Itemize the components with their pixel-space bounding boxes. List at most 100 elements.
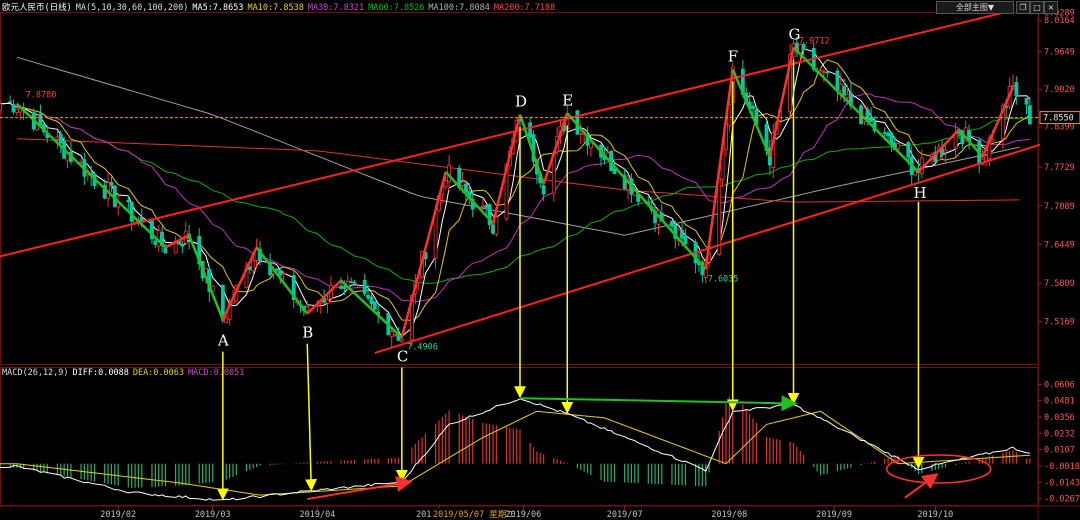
wave-up-segment bbox=[221, 246, 258, 321]
candle-body bbox=[480, 205, 485, 208]
candle-body bbox=[460, 181, 465, 186]
candle-body bbox=[906, 142, 911, 158]
macd-tick-label: 0.0356 bbox=[1044, 413, 1075, 423]
wave-down-segment bbox=[566, 112, 707, 271]
dea-value: DEA:0.0063 bbox=[132, 368, 185, 378]
candle-body bbox=[825, 71, 830, 74]
candle-body bbox=[180, 244, 185, 247]
candle-body bbox=[0, 103, 2, 111]
candle-body bbox=[305, 306, 310, 312]
candle-body bbox=[491, 224, 495, 234]
candle-body bbox=[399, 339, 404, 343]
candle-body bbox=[443, 180, 448, 188]
candle-body bbox=[8, 101, 13, 103]
candle-body bbox=[433, 212, 438, 259]
price-tick-label: 7.6449 bbox=[1044, 240, 1075, 250]
candle-body bbox=[389, 331, 394, 338]
date-tick-label: 2019/08 bbox=[711, 510, 747, 520]
divergence-arrow-b bbox=[305, 343, 318, 492]
swing-label-b: B bbox=[302, 324, 313, 342]
candle-body bbox=[494, 216, 499, 235]
date-tick-label: 2019/10 bbox=[917, 510, 953, 520]
window-restore-icon[interactable]: ❐ bbox=[1016, 1, 1030, 14]
swing-label-a: A bbox=[217, 332, 229, 350]
macd-legend: MACD(26,12,9) DIFF:0.0088 DEA:0.0063 MACD:0… bbox=[2, 368, 248, 378]
candle-body bbox=[366, 294, 370, 299]
candle-body bbox=[1027, 105, 1032, 125]
candle-body bbox=[680, 229, 684, 239]
wave-down-segment bbox=[444, 171, 494, 225]
candle-body bbox=[984, 155, 988, 162]
candle-body bbox=[1024, 97, 1029, 105]
candle-body bbox=[325, 298, 330, 304]
date-tick-partial-label: 201 bbox=[416, 510, 431, 520]
price-tick-label: 7.8399 bbox=[1044, 123, 1075, 133]
date-tick-label: 2019/06 bbox=[505, 510, 541, 520]
candle-body bbox=[589, 142, 593, 149]
price-annotation: 7.4906 bbox=[407, 343, 438, 353]
candle-body bbox=[224, 317, 229, 324]
candle-body bbox=[278, 270, 283, 276]
wave-down-segment bbox=[187, 234, 225, 321]
candle-body bbox=[109, 182, 114, 186]
candle-body bbox=[683, 235, 688, 245]
candle-body bbox=[913, 170, 917, 176]
candle-body bbox=[464, 183, 468, 193]
macd-tick-label: 0.0606 bbox=[1044, 380, 1075, 390]
ma5-value: MA5:7.8653 bbox=[192, 3, 244, 13]
candle-body bbox=[818, 69, 823, 72]
candle-body bbox=[896, 143, 901, 150]
candle-body bbox=[1011, 84, 1015, 87]
candle-body bbox=[129, 201, 134, 222]
price-tick-label: 7.7729 bbox=[1044, 163, 1075, 173]
candle-body bbox=[58, 133, 63, 144]
candle-body bbox=[14, 108, 19, 113]
candle-body bbox=[139, 216, 144, 222]
candle-body bbox=[578, 132, 583, 135]
price-tick-label: 7.5169 bbox=[1044, 318, 1075, 328]
candle-body bbox=[247, 266, 252, 270]
swing-label-d: D bbox=[515, 93, 527, 111]
candle-body bbox=[11, 104, 16, 113]
window-maximize-icon[interactable]: □ bbox=[1030, 1, 1044, 14]
candle-body bbox=[274, 268, 279, 271]
macd-diff-line bbox=[0, 398, 1030, 501]
candle-body bbox=[845, 93, 850, 99]
candle-body bbox=[79, 161, 83, 164]
candle-body bbox=[55, 136, 60, 140]
date-tick-label: 2019/02 bbox=[100, 510, 136, 520]
date-tick-label: 2019/04 bbox=[299, 510, 335, 520]
main-chart-select-button[interactable]: 全部主图▼ bbox=[936, 1, 1014, 14]
macd-bullish-trend-arrow bbox=[307, 476, 413, 501]
candle-body bbox=[393, 333, 397, 336]
forex-chart[interactable]: 8.02898.01647.96497.90207.85507.83997.77… bbox=[0, 0, 1080, 520]
candle-body bbox=[1014, 82, 1019, 96]
channel-upper-line bbox=[0, 11, 1007, 258]
wave-down-segment bbox=[255, 246, 309, 315]
candle-body bbox=[838, 83, 843, 91]
macd-histogram bbox=[0, 390, 1031, 488]
price-annotation: 7.6035 bbox=[708, 274, 739, 284]
macd-tick-label: 0.0481 bbox=[1044, 397, 1075, 407]
candle-body bbox=[281, 272, 286, 275]
price-annotation: 7.9712 bbox=[799, 36, 830, 46]
macd-tick-label: -0.0143 bbox=[1044, 478, 1080, 488]
window-close-icon[interactable]: × bbox=[1044, 1, 1058, 14]
candle-body bbox=[882, 132, 887, 135]
price-tick-label: 7.9649 bbox=[1044, 47, 1075, 57]
macd-dea-line bbox=[0, 410, 1030, 496]
candle-body bbox=[528, 122, 533, 138]
ma60-value: MA60:7.8526 bbox=[368, 3, 425, 13]
candle-body bbox=[352, 281, 357, 284]
candle-body bbox=[835, 70, 840, 91]
macd-tick-label: -0.0018 bbox=[1044, 462, 1080, 472]
price-tick-label: 7.9020 bbox=[1044, 85, 1075, 95]
candle-body bbox=[717, 178, 722, 255]
candle-body bbox=[126, 199, 131, 203]
candle-body bbox=[869, 117, 874, 123]
current-price-label: 7.8550 bbox=[1043, 114, 1074, 124]
candle-body bbox=[349, 281, 354, 283]
window-title: 欧元人民币(日线) bbox=[2, 3, 72, 13]
ma200-value: MA200:7.7188 bbox=[493, 3, 556, 13]
candle-body bbox=[342, 286, 347, 289]
